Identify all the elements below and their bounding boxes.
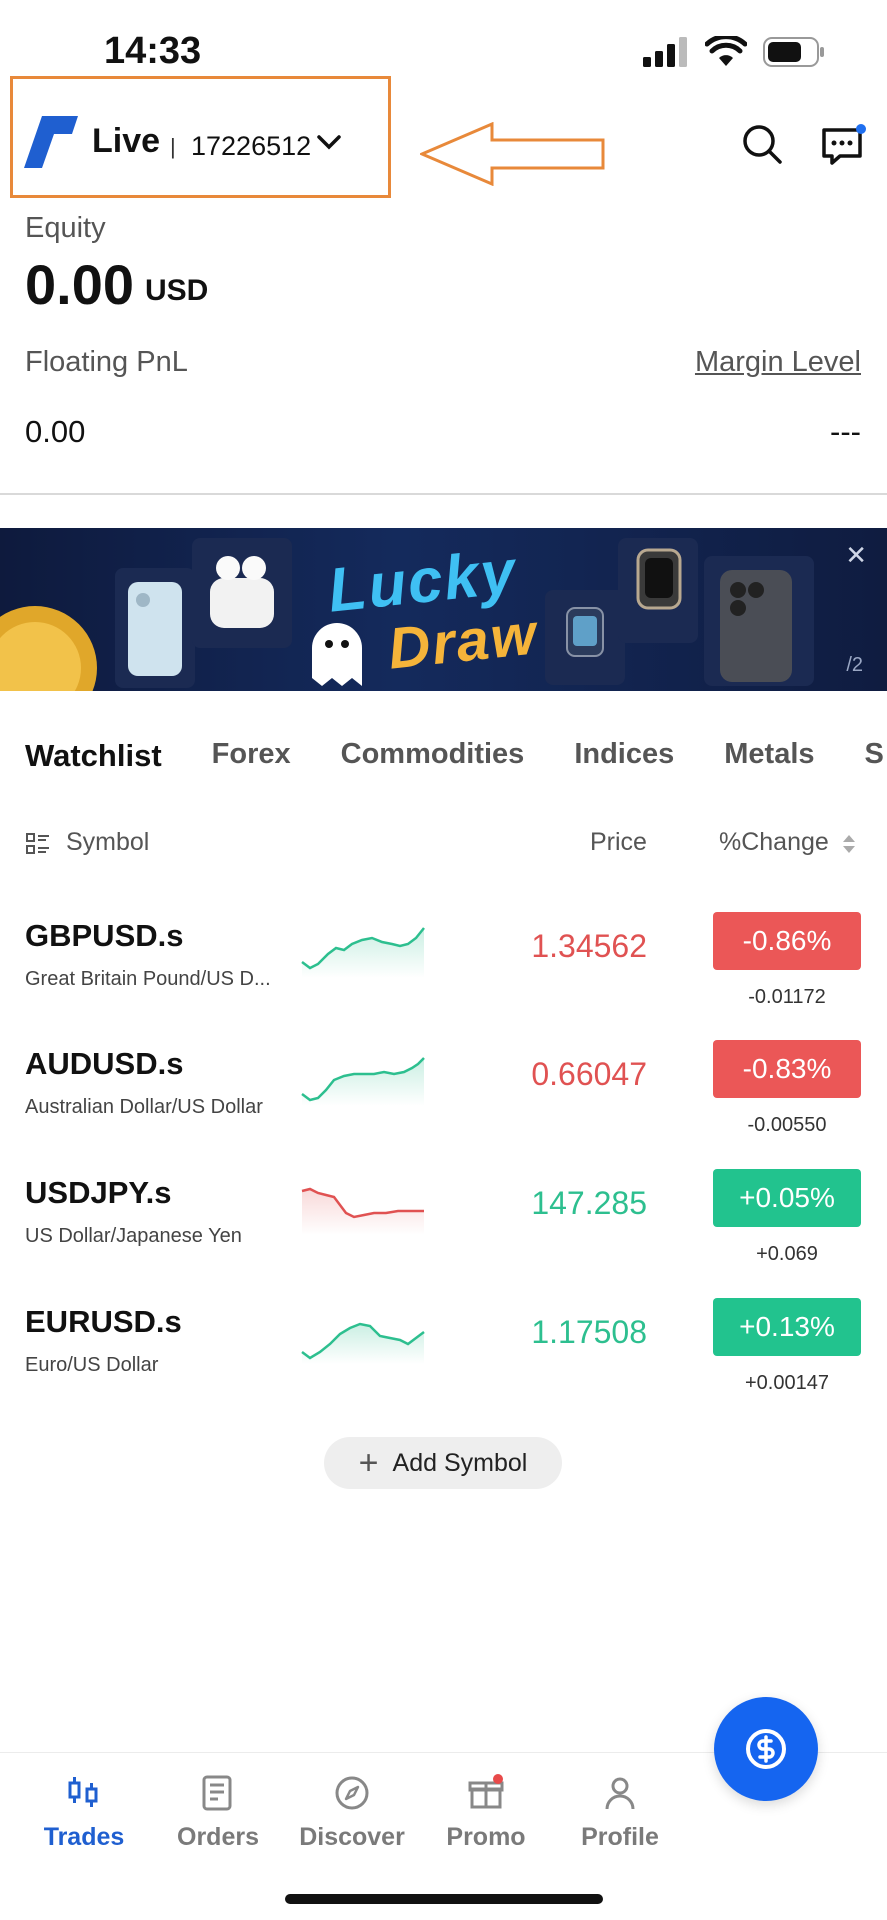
tab-metals[interactable]: Metals [724,738,814,774]
nav-label-trades: Trades [43,1823,125,1851]
wifi-icon [705,36,747,66]
tab-commodities[interactable]: Commodities [341,738,525,774]
signal-icon [643,37,687,67]
banner-title-line2: Draw [385,601,541,682]
nav-item-profile[interactable]: Profile [553,1773,687,1852]
sparkline-chart [301,927,425,978]
nav-item-promo[interactable]: Promo [419,1773,553,1852]
nav-label-orders: Orders [177,1823,259,1851]
margin-level-link[interactable]: Margin Level [695,346,861,379]
orders-icon [202,1775,232,1811]
price-value: 1.34562 [531,928,647,964]
price-value: 147.285 [531,1185,647,1221]
banner-page-indicator: /2 [846,654,863,676]
coin-image [0,606,97,691]
floating-pnl-label: Floating PnL [25,346,188,378]
nav-label-promo: Promo [446,1823,526,1851]
tab-indices[interactable]: Indices [574,738,674,774]
nav-label-profile: Profile [581,1823,659,1851]
search-icon[interactable] [740,122,784,166]
promo-banner[interactable]: Lucky Draw ✕ /2 [0,528,887,691]
status-icons [643,36,825,68]
nav-item-discover[interactable]: Discover [285,1773,419,1852]
price-value: 1.17508 [531,1314,647,1350]
deposit-icon [746,1729,786,1769]
list-layout-icon[interactable] [26,832,50,856]
change-percent-badge[interactable]: -0.86% [713,912,861,970]
equity-currency: USD [145,274,209,307]
add-symbol-button[interactable]: + Add Symbol [324,1437,562,1489]
column-header-symbol: Symbol [66,828,150,856]
nav-label-discover: Discover [299,1823,405,1851]
account-number: 17226512 [191,131,312,161]
column-header-change[interactable]: %Change [719,828,829,857]
trades-icon [68,1777,98,1807]
market-tabs: Watchlist Forex Commodities Indices Meta… [25,738,884,774]
symbol-name: USDJPY.s [25,1175,172,1210]
sparkline-chart [301,1057,425,1106]
tab-more[interactable]: S [865,738,884,774]
add-symbol-label: Add Symbol [392,1448,528,1477]
sparkline-chart [301,1322,425,1364]
change-absolute: -0.00550 [747,1114,827,1136]
divider [0,493,887,495]
equity-value: 0.00 [25,253,134,316]
home-indicator [285,1894,603,1904]
watch-image [545,590,625,685]
change-percent-badge[interactable]: +0.05% [713,1169,861,1227]
deposit-fab-button[interactable] [714,1697,818,1801]
nav-item-trades[interactable]: Trades [17,1773,151,1852]
status-time: 14:33 [104,30,202,72]
equity-label: Equity [25,212,106,244]
gift-icon [468,1774,504,1809]
sort-icon[interactable] [842,834,856,854]
floating-pnl-value: 0.00 [25,414,86,449]
symbol-description: Great Britain Pound/US D... [25,968,271,990]
account-separator: | [170,134,176,159]
chevron-down-icon[interactable] [316,134,342,152]
symbol-name: AUDUSD.s [25,1046,184,1081]
compass-icon [335,1776,369,1810]
watchlist-row[interactable]: USDJPY.s US Dollar/Japanese Yen 147.285 … [0,1169,887,1303]
margin-level-value: --- [830,414,861,449]
change-absolute: -0.01172 [748,986,826,1008]
watchlist-row[interactable]: AUDUSD.s Australian Dollar/US Dollar 0.6… [0,1040,887,1174]
plus-icon: + [358,1444,379,1482]
change-absolute: +0.00147 [745,1372,829,1394]
sparkline-chart [301,1187,424,1235]
change-percent-badge[interactable]: +0.13% [713,1298,861,1356]
symbol-name: EURUSD.s [25,1304,182,1339]
symbol-description: Australian Dollar/US Dollar [25,1096,263,1118]
phone-image [115,568,195,688]
watchlist-row[interactable]: EURUSD.s Euro/US Dollar 1.17508 +0.13% +… [0,1298,887,1432]
phone-pro-image [704,556,814,686]
symbol-name: GBPUSD.s [25,918,184,953]
tab-watchlist[interactable]: Watchlist [25,738,162,774]
chat-icon[interactable] [820,122,866,166]
symbol-description: Euro/US Dollar [25,1354,159,1376]
annotation-arrow-icon [420,122,605,186]
watch-ultra-image [618,538,698,643]
tab-forex[interactable]: Forex [212,738,291,774]
change-percent-badge[interactable]: -0.83% [713,1040,861,1098]
price-value: 0.66047 [531,1056,647,1092]
symbol-description: US Dollar/Japanese Yen [25,1225,242,1247]
nav-item-orders[interactable]: Orders [151,1773,285,1852]
account-type: Live [92,122,161,160]
change-absolute: +0.069 [756,1243,818,1265]
earbuds-image [192,538,292,648]
battery-icon [763,37,824,67]
banner-close-icon[interactable]: ✕ [845,540,867,571]
column-header-price: Price [590,828,647,856]
profile-icon [605,1777,635,1810]
watchlist-row[interactable]: GBPUSD.s Great Britain Pound/US D... 1.3… [0,912,887,1046]
